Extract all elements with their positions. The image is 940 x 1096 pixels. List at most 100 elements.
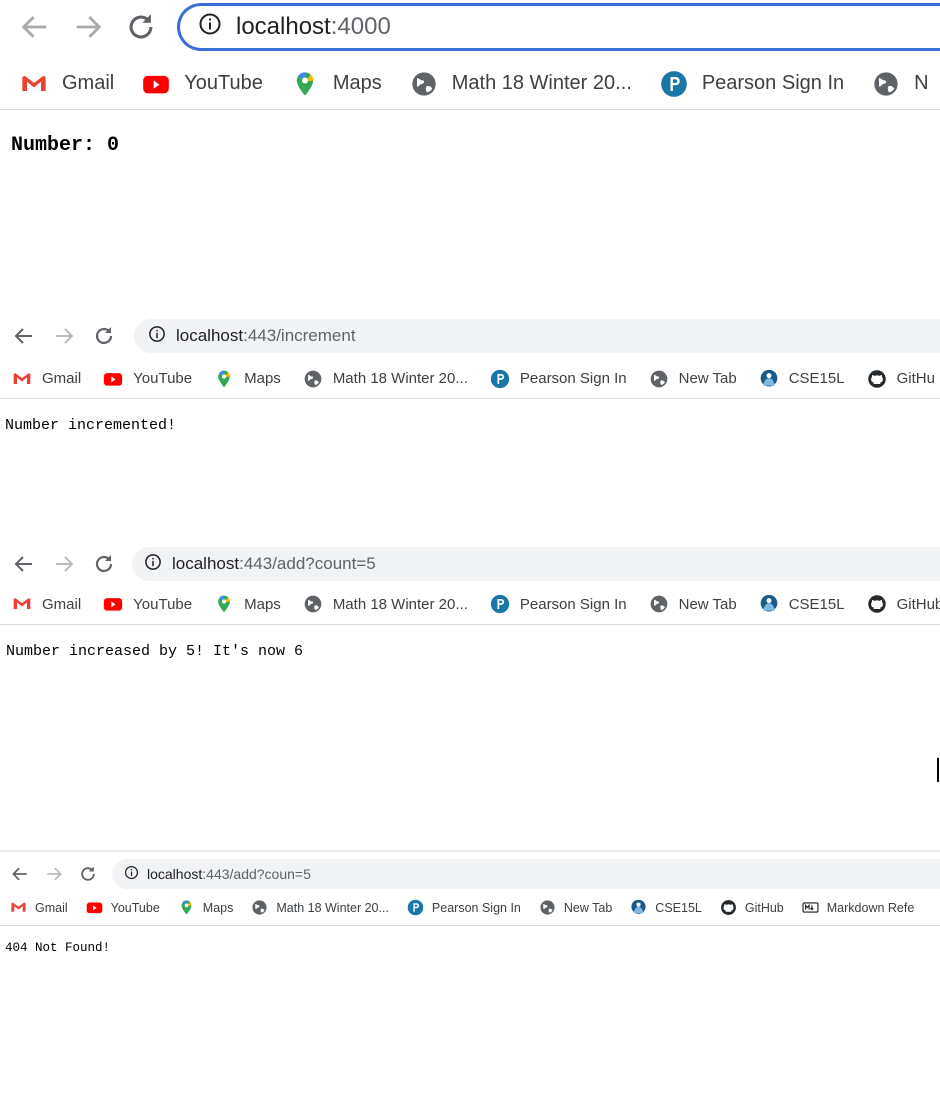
page-content: Number: 0 <box>11 134 120 157</box>
text-cursor <box>937 758 939 782</box>
address-bar[interactable]: localhost:443/increment <box>134 319 940 353</box>
bookmark-pearson[interactable]: Pearson Sign In <box>660 70 844 98</box>
info-icon[interactable] <box>144 553 162 576</box>
youtube-icon <box>103 594 123 614</box>
bookmark-math18[interactable]: Math 18 Winter 20... <box>251 899 389 916</box>
bookmark-pearson[interactable]: Pearson Sign In <box>490 369 627 389</box>
bookmark-label: Maps <box>332 72 382 94</box>
bookmark-math18[interactable]: Math 18 Winter 20... <box>303 369 468 389</box>
bookmark-youtube[interactable]: YouTube <box>86 899 160 916</box>
url-host: localhost <box>147 866 203 882</box>
bookmark-cse15l[interactable]: CSE15L <box>759 594 845 614</box>
bookmark-label: New Tab <box>563 900 613 915</box>
url-host: localhost <box>172 554 240 573</box>
pearson-icon <box>660 70 688 98</box>
reload-icon[interactable] <box>92 552 116 576</box>
github-icon <box>720 899 737 916</box>
forward-icon[interactable] <box>71 10 105 44</box>
back-icon[interactable] <box>10 864 30 884</box>
bookmark-label: GitHu <box>896 370 935 387</box>
back-icon[interactable] <box>18 10 52 44</box>
bookmark-maps[interactable]: Maps <box>291 70 382 98</box>
url-path: :4000 <box>330 13 391 40</box>
bookmarks-bar: Gmail YouTube Maps Math 18 Winter 20... … <box>0 890 940 926</box>
bookmark-github[interactable]: GitHub <box>867 594 940 614</box>
bookmark-gmail[interactable]: Gmail <box>12 369 81 389</box>
pearson-icon <box>490 594 510 614</box>
bookmark-label: GitHub <box>896 595 940 613</box>
bookmark-maps[interactable]: Maps <box>178 899 234 916</box>
cse15l-icon <box>759 594 779 614</box>
address-bar[interactable]: localhost:443/add?coun=5 <box>112 859 940 889</box>
bookmark-label: YouTube <box>184 72 263 94</box>
bookmark-label: CSE15L <box>788 595 845 613</box>
back-icon[interactable] <box>12 324 36 348</box>
github-icon <box>867 369 887 389</box>
reload-icon[interactable] <box>92 324 116 348</box>
bookmark-label: Markdown Refe <box>826 900 915 915</box>
youtube-icon <box>103 369 123 389</box>
reload-icon[interactable] <box>124 10 158 44</box>
bookmark-label: Maps <box>244 370 281 387</box>
bookmark-pearson[interactable]: Pearson Sign In <box>407 899 521 916</box>
forward-icon[interactable] <box>52 324 76 348</box>
bookmark-label: Math 18 Winter 20... <box>332 595 468 613</box>
bookmark-github[interactable]: GitHu <box>867 369 935 389</box>
bookmark-maps[interactable]: Maps <box>214 369 281 389</box>
bookmark-label: Pearson Sign In <box>519 370 627 387</box>
browser-window-3: localhost:443/add?count=5 Gmail YouTube … <box>0 542 940 812</box>
address-bar[interactable]: localhost:4000 <box>177 3 940 51</box>
bookmark-gmail[interactable]: Gmail <box>20 70 114 98</box>
bookmark-math18[interactable]: Math 18 Winter 20... <box>303 594 468 614</box>
bookmark-youtube[interactable]: YouTube <box>103 369 192 389</box>
globe-icon <box>649 594 669 614</box>
bookmark-youtube[interactable]: YouTube <box>142 70 263 98</box>
bookmark-pearson[interactable]: Pearson Sign In <box>490 594 627 614</box>
bookmark-new-tab[interactable]: New Tab <box>539 899 612 916</box>
bookmark-label: Math 18 Winter 20... <box>276 900 389 915</box>
youtube-icon <box>142 70 170 98</box>
maps-icon <box>214 594 234 614</box>
bookmark-new-tab[interactable]: New Tab <box>649 369 737 389</box>
gmail-icon <box>20 70 48 98</box>
globe-icon <box>539 899 556 916</box>
address-bar[interactable]: localhost:443/add?count=5 <box>132 547 940 581</box>
bookmark-new-tab[interactable]: New Tab <box>649 594 737 614</box>
bookmark-label: GitHub <box>744 900 784 915</box>
bookmark-markdown[interactable]: Markdown Refe <box>802 899 915 916</box>
bookmark-youtube[interactable]: YouTube <box>103 594 192 614</box>
bookmark-label: N <box>914 72 929 94</box>
browser-toolbar: localhost:443/add?coun=5 <box>0 856 940 892</box>
reload-icon[interactable] <box>78 864 98 884</box>
bookmark-label: Gmail <box>35 900 68 915</box>
browser-window-1: localhost:4000 Gmail YouTube Maps Math 1… <box>0 0 940 290</box>
forward-icon[interactable] <box>52 552 76 576</box>
bookmark-label: Math 18 Winter 20... <box>332 370 468 387</box>
bookmark-math18[interactable]: Math 18 Winter 20... <box>410 70 632 98</box>
bookmark-new-tab[interactable]: N <box>872 70 929 98</box>
cse15l-icon <box>630 899 647 916</box>
bookmark-cse15l[interactable]: CSE15L <box>759 369 845 389</box>
info-icon[interactable] <box>148 325 166 348</box>
forward-icon[interactable] <box>44 864 64 884</box>
browser-toolbar: localhost:443/add?count=5 <box>0 545 940 583</box>
info-icon[interactable] <box>124 865 139 883</box>
bookmark-gmail[interactable]: Gmail <box>12 594 81 614</box>
info-icon[interactable] <box>198 12 222 43</box>
pearson-icon <box>490 369 510 389</box>
bookmark-label: Gmail <box>42 595 82 613</box>
browser-toolbar: localhost:443/increment <box>0 317 940 355</box>
bookmark-github[interactable]: GitHub <box>720 899 784 916</box>
bookmark-cse15l[interactable]: CSE15L <box>630 899 702 916</box>
bookmark-label: Pearson Sign In <box>519 595 627 613</box>
bookmark-maps[interactable]: Maps <box>214 594 281 614</box>
back-icon[interactable] <box>12 552 36 576</box>
bookmark-label: Maps <box>244 595 281 613</box>
bookmark-gmail[interactable]: Gmail <box>10 899 68 916</box>
bookmark-label: Maps <box>202 900 234 915</box>
url-host: localhost <box>236 13 331 40</box>
pearson-icon <box>407 899 424 916</box>
url-path: :443/increment <box>243 326 356 345</box>
globe-icon <box>872 70 900 98</box>
globe-icon <box>649 369 669 389</box>
